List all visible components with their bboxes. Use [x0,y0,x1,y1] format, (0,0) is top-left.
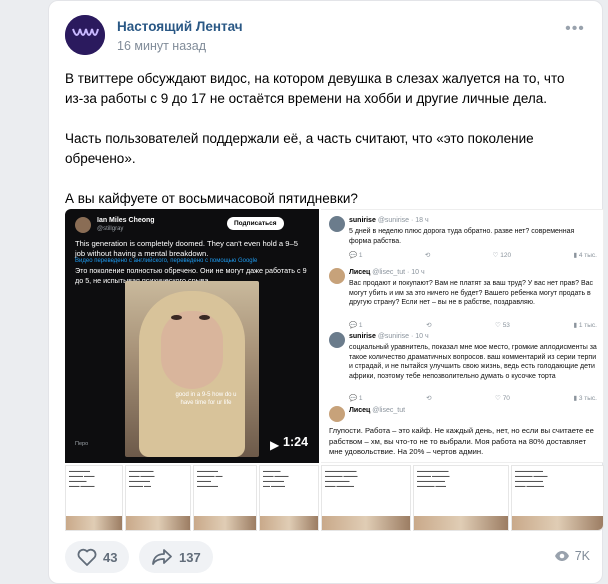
like-count: 43 [103,549,118,565]
tweet-translate-note: Видео переведено с английского, переведе… [75,258,258,264]
video-frame: good in a 9-5 how do u have time for ur … [125,281,259,457]
like-button[interactable]: 43 [65,541,130,573]
retweet-icon: ⟲ [426,322,432,329]
comment-text: 5 дней в неделю плюс дорога туда обратно… [349,228,575,245]
media-grid: Ian Miles Cheong @stillgray Подписаться … [65,209,604,531]
comment-text: социальный уравнитель, показал мне мое м… [349,344,597,380]
comment-meta: @sunirise · 10 ч [377,333,429,340]
post-paragraph: В твиттере обсуждают видос, на котором д… [65,71,565,106]
thumbnail[interactable]: ▬▬▬▬▬▬ ▬▬▬▬▬ ▬▬ ▬▬▬▬ ▬▬▬▬▬▬ [193,465,257,531]
share-count: 137 [179,549,201,565]
post-text: В твиттере обсуждают видос, на котором д… [65,69,580,229]
tweet-subscribe-button: Подписаться [227,217,284,230]
tweet-author: Ian Miles Cheong [97,217,155,224]
avatar [329,268,345,284]
comment-author: Лисец [349,407,371,414]
comment-meta: @lisec_tut [372,407,406,414]
post-time[interactable]: 16 минут назад [117,39,206,53]
view-count: ▮ 3 тыс. [573,395,597,402]
comment-author: Лисец [349,269,371,276]
reply-count: 💬 1 [349,322,363,329]
comment-meta: @lisec_tut · 10 ч [372,269,425,276]
video-caption: good in a 9-5 how do u have time for ur … [175,392,237,406]
comment-stats: 💬 1 ⟲ ♡ 53 ▮ 1 тыс. [349,321,597,329]
comment-text: Глупости. Работа – это кайф. Не каждый д… [329,426,594,456]
tweet-handle: @stillgray [97,226,124,232]
reply-count: 💬 1 [349,252,363,259]
comment-author: sunirise [349,333,376,340]
like-count: ♡ 120 [492,252,512,259]
avatar [329,332,345,348]
view-count: ▮ 1 тыс. [573,322,597,329]
thumbnail[interactable]: ▬▬▬▬▬ ▬▬▬ ▬▬▬▬ ▬▬▬▬▬▬ ▬▬ ▬▬▬▬ [259,465,319,531]
thumbnail[interactable]: ▬▬▬▬▬▬ ▬▬▬▬ ▬▬▬ ▬▬▬▬▬ ▬▬▬ ▬▬▬▬ [65,465,123,531]
view-count: ▮ 4 тыс. [573,252,597,259]
post-paragraph: А вы кайфуете от восьмичасовой пятидневк… [65,191,358,206]
comment-stats: 💬 1 ⟲ ♡ 120 ▮ 4 тыс. [349,251,597,259]
author-name[interactable]: Настоящий Лентач [117,19,243,34]
share-button[interactable]: 137 [139,541,213,573]
post-footer: 43 137 7K [65,541,590,573]
tweet-text: This generation is completely doomed. Th… [75,239,298,258]
eye-icon [554,551,569,561]
thumbnail-row: ▬▬▬▬▬▬ ▬▬▬▬ ▬▬▬ ▬▬▬▬▬ ▬▬▬ ▬▬▬▬ ▬▬▬▬▬▬▬ ▬▬▬ ▬… [65,465,604,531]
comment-text: Вас продают и покупают? Вам не платят за… [349,280,594,306]
heart-icon [77,548,97,566]
thumbnail[interactable]: ▬▬▬▬▬▬▬▬▬ ▬▬▬▬▬ ▬▬▬▬ ▬▬▬▬▬▬▬ ▬▬▬ ▬▬▬▬▬ [321,465,411,531]
tweet-avatar [75,217,91,233]
share-icon [152,549,172,565]
play-icon[interactable]: ▶ [270,438,279,452]
community-avatar[interactable] [65,15,105,55]
view-count: 7K [574,549,590,563]
avatar [329,406,345,422]
video-bottom-label: Перо [75,441,89,447]
comment-author: sunirise [349,217,376,224]
community-logo-icon [65,15,105,55]
comments-screenshot[interactable]: sunirise @sunirise · 18 ч 5 дней в недел… [321,209,604,463]
reply-count: 💬 1 [349,395,363,402]
more-options-icon[interactable]: ••• [565,21,585,43]
retweet-icon: ⟲ [424,252,431,259]
post-paragraph: Часть пользователей поддержали её, а час… [65,131,534,166]
thumbnail[interactable]: ▬▬▬▬▬▬▬ ▬▬▬ ▬▬▬▬ ▬▬▬▬▬▬ ▬▬▬▬ ▬▬ [125,465,191,531]
avatar [329,216,345,232]
retweet-icon: ⟲ [426,395,432,402]
video-player[interactable]: Ian Miles Cheong @stillgray Подписаться … [65,209,319,463]
post-card: Настоящий Лентач 16 минут назад ••• В тв… [48,0,604,584]
views-counter: 7K [554,549,590,563]
post-header: Настоящий Лентач 16 минут назад ••• [65,15,585,59]
comment-meta: @sunirise · 18 ч [377,217,429,224]
like-count: ♡ 70 [495,395,510,402]
video-duration: 1:24 [283,435,309,449]
like-count: ♡ 53 [495,322,510,329]
thumbnail[interactable]: ▬▬▬▬▬▬▬▬▬ ▬▬▬▬ ▬▬▬▬▬ ▬▬▬▬▬▬▬▬ ▬▬▬▬▬ ▬▬▬ [413,465,509,531]
comment-stats: 💬 1 ⟲ ♡ 70 ▮ 3 тыс. [349,394,597,402]
thumbnail[interactable]: ▬▬▬▬▬▬▬▬ ▬▬▬▬▬ ▬▬▬▬ ▬▬▬▬▬▬▬▬ ▬▬▬ ▬▬▬▬▬ [511,465,604,531]
